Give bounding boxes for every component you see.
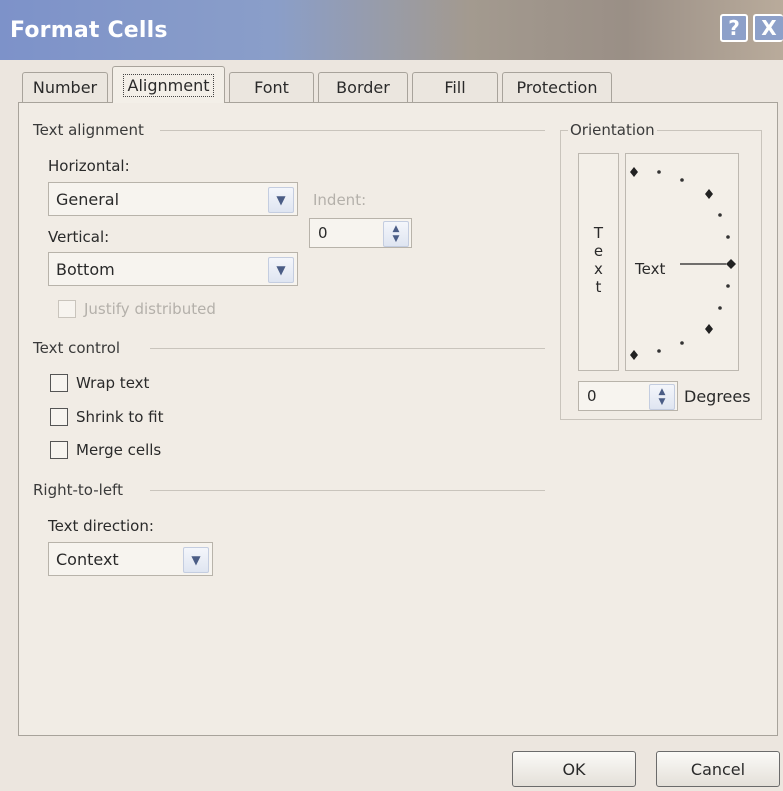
tab-alignment[interactable]: Alignment xyxy=(112,66,225,103)
vertical-value: Bottom xyxy=(56,260,115,279)
dialog-title: Format Cells xyxy=(10,18,168,43)
text-direction-value: Context xyxy=(56,550,119,569)
format-cells-dialog: Format Cells ? X Number Alignment Font B… xyxy=(0,0,783,791)
merge-cells-row: Merge cells xyxy=(50,441,161,459)
text-control-divider xyxy=(150,348,545,349)
tab-protection-label: Protection xyxy=(516,78,598,97)
justify-distributed-checkbox-row: Justify distributed xyxy=(58,300,216,318)
angle-dot xyxy=(718,213,722,217)
angle-dot xyxy=(680,341,684,345)
angle-marker-minus90[interactable] xyxy=(630,350,638,360)
wrap-text-label: Wrap text xyxy=(76,374,150,392)
merge-cells-label: Merge cells xyxy=(76,441,162,459)
close-icon[interactable]: X xyxy=(753,14,783,42)
tab-number[interactable]: Number xyxy=(22,72,108,102)
right-to-left-divider xyxy=(150,490,545,491)
title-bar[interactable]: Format Cells ? X xyxy=(0,0,783,60)
indent-spinner[interactable]: 0 ▲ ▼ xyxy=(309,218,412,248)
spinner-arrows-icon[interactable]: ▲ ▼ xyxy=(383,221,409,247)
indent-label: Indent: xyxy=(313,191,367,209)
angle-dot xyxy=(718,306,722,310)
indent-value: 0 xyxy=(318,224,328,242)
shrink-to-fit-row: Shrink to fit xyxy=(50,408,163,426)
text-alignment-divider xyxy=(160,130,545,131)
vertical-text-char: x xyxy=(594,260,603,278)
tab-fill-label: Fill xyxy=(444,78,466,97)
angle-dot xyxy=(680,178,684,182)
merge-cells-checkbox[interactable] xyxy=(50,441,68,459)
horizontal-dropdown[interactable]: General ▼ xyxy=(48,182,298,216)
spinner-arrows-icon[interactable]: ▲ ▼ xyxy=(649,384,675,410)
degrees-spinner[interactable]: 0 ▲ ▼ xyxy=(578,381,678,411)
vertical-text-char: e xyxy=(593,242,604,260)
justify-distributed-checkbox[interactable] xyxy=(58,300,76,318)
horizontal-value: General xyxy=(56,190,120,209)
tab-alignment-label: Alignment xyxy=(122,73,215,97)
chevron-down-icon[interactable]: ▼ xyxy=(268,257,294,283)
right-to-left-group-label: Right-to-left xyxy=(33,481,131,499)
tab-font[interactable]: Font xyxy=(229,72,314,102)
chevron-down-icon[interactable]: ▼ xyxy=(268,187,294,213)
cancel-button[interactable]: Cancel xyxy=(656,751,780,787)
text-direction-dropdown[interactable]: Context ▼ xyxy=(48,542,213,576)
degrees-value: 0 xyxy=(587,387,597,405)
text-alignment-group-label: Text alignment xyxy=(33,121,152,139)
angle-marker-45[interactable] xyxy=(705,189,713,199)
orientation-group-label: Orientation xyxy=(568,121,657,139)
help-icon[interactable]: ? xyxy=(720,14,748,42)
justify-distributed-label: Justify distributed xyxy=(84,300,216,318)
angle-marker-0[interactable] xyxy=(726,259,736,269)
tab-number-label: Number xyxy=(32,78,98,97)
text-control-group-label: Text control xyxy=(33,339,129,357)
horizontal-label: Horizontal: xyxy=(48,157,130,175)
angle-dot xyxy=(657,170,661,174)
vertical-label: Vertical: xyxy=(48,228,110,246)
angle-dot xyxy=(657,349,661,353)
tab-protection[interactable]: Protection xyxy=(502,72,612,102)
tab-fill[interactable]: Fill xyxy=(412,72,498,102)
vertical-dropdown[interactable]: Bottom ▼ xyxy=(48,252,298,286)
angle-dot xyxy=(726,235,730,239)
text-direction-label: Text direction: xyxy=(48,517,154,535)
angle-dot xyxy=(726,284,730,288)
degrees-label: Degrees xyxy=(684,387,751,406)
vertical-text-toggle[interactable]: T e x t xyxy=(578,153,619,371)
shrink-to-fit-label: Shrink to fit xyxy=(76,408,164,426)
wrap-text-checkbox[interactable] xyxy=(50,374,68,392)
tab-border[interactable]: Border xyxy=(318,72,408,102)
vertical-text-char: t xyxy=(595,278,602,296)
vertical-text-char: T xyxy=(593,224,604,242)
wrap-text-row: Wrap text xyxy=(50,374,149,392)
angle-marker-minus45[interactable] xyxy=(705,324,713,334)
tab-font-label: Font xyxy=(254,78,289,97)
chevron-down-icon[interactable]: ▼ xyxy=(183,547,209,573)
angle-marker-90[interactable] xyxy=(630,167,638,177)
tab-border-label: Border xyxy=(336,78,390,97)
shrink-to-fit-checkbox[interactable] xyxy=(50,408,68,426)
orientation-dial-text: Text xyxy=(635,260,666,278)
ok-button[interactable]: OK xyxy=(512,751,636,787)
